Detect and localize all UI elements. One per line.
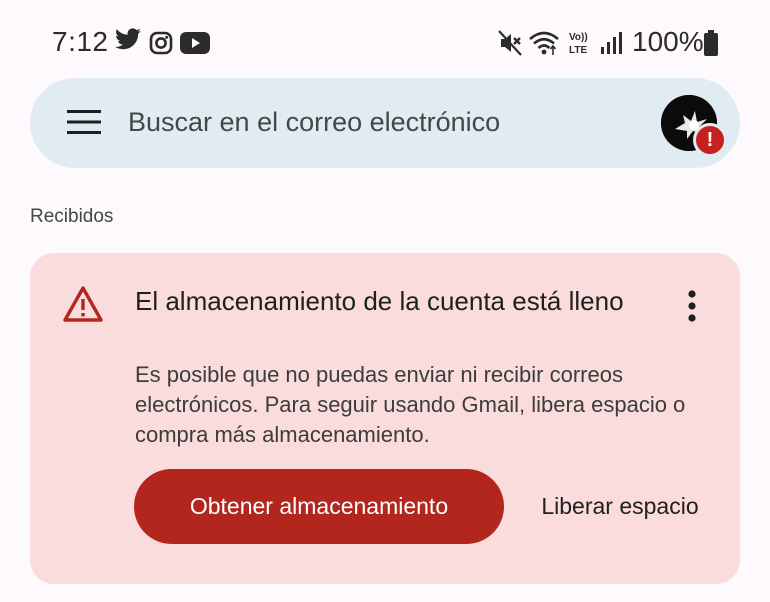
section-label-inbox: Recibidos [30, 206, 114, 227]
banner-title: El almacenamiento de la cuenta está llen… [135, 286, 624, 316]
mute-vibrate-icon [498, 30, 522, 61]
youtube-icon [180, 32, 210, 59]
hamburger-menu-icon[interactable] [67, 109, 101, 140]
free-up-space-button[interactable]: Liberar espacio [520, 469, 720, 544]
storage-full-banner: El almacenamiento de la cuenta está llen… [30, 253, 740, 584]
more-options-icon[interactable] [687, 290, 697, 327]
search-bar[interactable]: Buscar en el correo electrónico ! [30, 78, 740, 168]
twitter-icon [114, 28, 142, 57]
battery-icon [703, 30, 719, 61]
status-bar: 7:12 Vo)) LTE 100% [0, 0, 770, 84]
wifi-icon [528, 30, 560, 61]
get-storage-button[interactable]: Obtener almacenamiento [134, 469, 504, 544]
battery-percent: 100% [632, 26, 704, 57]
status-time: 7:12 [52, 26, 109, 57]
volte-icon: Vo)) LTE [568, 29, 594, 62]
svg-text:LTE: LTE [569, 45, 587, 56]
banner-body: Es posible que no puedas enviar ni recib… [135, 362, 686, 447]
svg-text:Vo)): Vo)) [569, 32, 588, 43]
signal-icon [600, 32, 624, 59]
search-input[interactable]: Buscar en el correo electrónico [128, 107, 500, 138]
warning-icon [62, 285, 104, 328]
alert-badge-icon: ! [693, 123, 727, 157]
instagram-icon [149, 31, 173, 60]
